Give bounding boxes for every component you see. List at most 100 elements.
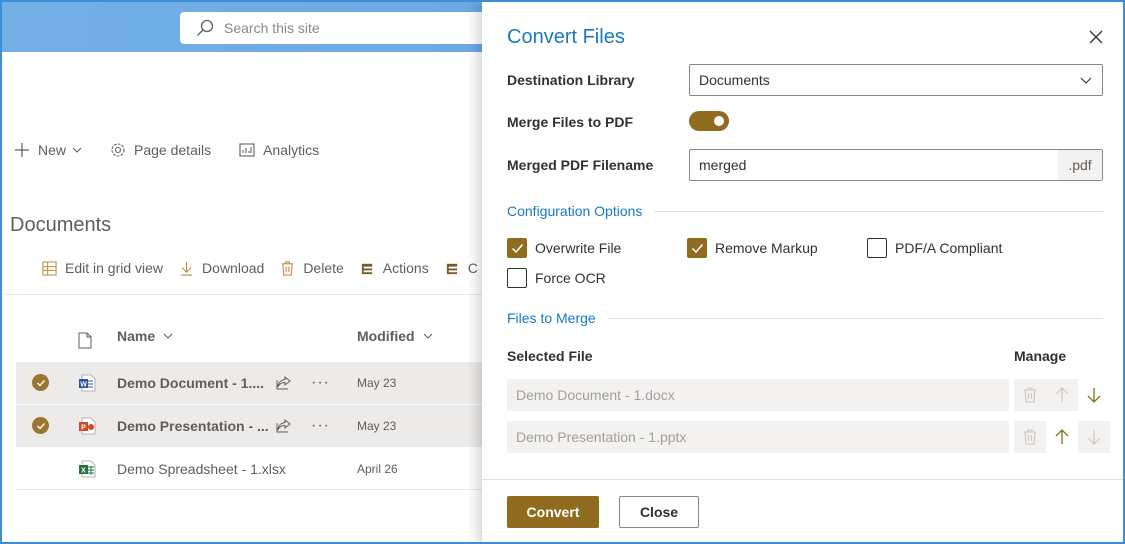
trash-icon — [1024, 387, 1036, 403]
file-name[interactable]: Demo Presentation - ... — [117, 418, 269, 434]
divider — [2, 294, 482, 295]
more-options-icon[interactable]: ··· — [311, 417, 330, 435]
modified-header-label: Modified — [357, 328, 415, 344]
more-actions-label: C — [467, 260, 478, 276]
actions-icon — [446, 263, 458, 274]
analytics-icon — [239, 143, 255, 157]
actions-label: Actions — [382, 260, 429, 276]
destination-library-label: Destination Library — [507, 72, 635, 88]
checkbox-box — [867, 238, 887, 258]
overwrite-file-label: Overwrite File — [535, 240, 622, 256]
search-placeholder: Search this site — [224, 20, 320, 36]
checkmark-icon — [511, 243, 523, 253]
table-row[interactable]: X Demo Spreadsheet - 1.xlsx April 26 — [16, 448, 496, 490]
files-to-merge-heading: Files to Merge — [507, 310, 1103, 326]
merge-file-row: Demo Presentation - 1.pptx — [507, 421, 1111, 453]
convert-files-panel: Convert Files Destination Library Docume… — [482, 2, 1123, 542]
filename-suffix: .pdf — [1058, 150, 1102, 180]
checkbox-box — [687, 238, 707, 258]
file-modified: April 26 — [357, 461, 398, 476]
checkbox-box — [507, 238, 527, 258]
files-to-merge-label: Files to Merge — [507, 310, 596, 326]
remove-file-button[interactable] — [1014, 421, 1046, 453]
table-row[interactable]: P Demo Presentation - ... ··· May 23 — [16, 405, 496, 447]
site-search-box[interactable]: Search this site — [180, 12, 500, 44]
merged-filename-label: Merged PDF Filename — [507, 157, 654, 173]
merge-files-label: Merge Files to PDF — [507, 114, 634, 130]
convert-button[interactable]: Convert — [507, 496, 599, 528]
merge-file-row: Demo Document - 1.docx — [507, 379, 1111, 411]
excel-file-icon: X — [79, 460, 96, 477]
move-down-button[interactable] — [1078, 421, 1110, 453]
page-details-button[interactable]: Page details — [110, 142, 211, 158]
trash-icon — [282, 260, 294, 276]
checkbox-box — [507, 268, 527, 288]
destination-library-value: Documents — [699, 72, 770, 88]
overwrite-file-checkbox[interactable]: Overwrite File — [507, 238, 621, 258]
library-title: Documents — [10, 214, 112, 236]
grid-icon — [42, 260, 57, 276]
new-button[interactable]: New — [14, 142, 82, 158]
file-name[interactable]: Demo Document - 1.... — [117, 375, 264, 391]
merge-file-name: Demo Presentation - 1.pptx — [507, 421, 1009, 453]
file-name[interactable]: Demo Spreadsheet - 1.xlsx — [117, 461, 286, 477]
analytics-label: Analytics — [263, 142, 320, 158]
more-options-icon[interactable]: ··· — [311, 374, 330, 392]
edit-grid-button[interactable]: Edit in grid view — [42, 260, 163, 276]
chevron-down-icon — [72, 147, 82, 153]
move-up-button[interactable] — [1046, 379, 1078, 411]
table-row[interactable]: W Demo Document - 1.... ··· May 23 — [16, 362, 496, 404]
selected-file-column: Selected File — [507, 348, 593, 364]
word-file-icon: W — [79, 374, 96, 391]
move-up-button[interactable] — [1046, 421, 1078, 453]
pdfa-compliant-checkbox[interactable]: PDF/A Compliant — [867, 238, 1002, 258]
file-type-icon — [78, 332, 92, 349]
toggle-knob — [714, 116, 724, 126]
delete-button[interactable]: Delete — [280, 260, 344, 276]
chevron-down-icon — [423, 333, 432, 339]
library-command-bar: Edit in grid view Download Delete Action… — [42, 260, 494, 276]
checkmark-icon — [36, 379, 45, 387]
merged-filename-field: .pdf — [689, 149, 1103, 181]
more-actions-button[interactable]: C — [445, 260, 478, 276]
merged-filename-input[interactable] — [690, 150, 1058, 180]
download-label: Download — [202, 260, 265, 276]
chevron-down-icon — [1080, 77, 1092, 84]
analytics-button[interactable]: Analytics — [239, 142, 319, 158]
actions-button[interactable]: Actions — [360, 260, 429, 276]
row-checkbox[interactable] — [32, 374, 49, 391]
footer-divider — [482, 479, 1123, 480]
share-icon[interactable] — [276, 375, 291, 390]
file-modified: May 23 — [357, 375, 397, 390]
download-icon — [180, 261, 193, 276]
close-icon[interactable] — [1089, 30, 1103, 44]
force-ocr-label: Force OCR — [535, 270, 606, 286]
column-header-name[interactable]: Name — [117, 328, 173, 344]
section-divider — [654, 210, 1103, 212]
new-label: New — [38, 142, 67, 158]
merge-files-toggle[interactable] — [689, 111, 729, 131]
manage-column: Manage — [1014, 348, 1067, 364]
svg-text:W: W — [80, 381, 87, 388]
delete-label: Delete — [303, 260, 344, 276]
page-command-bar: New Page details Analytics — [14, 142, 347, 158]
chevron-down-icon — [163, 333, 173, 339]
share-icon[interactable] — [276, 418, 291, 433]
close-button[interactable]: Close — [619, 496, 699, 528]
remove-file-button[interactable] — [1014, 379, 1046, 411]
configuration-options-heading: Configuration Options — [507, 203, 1103, 219]
remove-markup-checkbox[interactable]: Remove Markup — [687, 238, 818, 258]
row-checkbox[interactable] — [32, 417, 49, 434]
arrow-up-icon — [1055, 429, 1069, 444]
remove-markup-label: Remove Markup — [715, 240, 818, 256]
download-button[interactable]: Download — [179, 260, 264, 276]
force-ocr-checkbox[interactable]: Force OCR — [507, 268, 606, 288]
column-header-modified[interactable]: Modified — [357, 328, 433, 344]
app-frame: Search this site New Page details Analyt… — [0, 0, 1125, 544]
search-icon — [197, 19, 214, 36]
destination-library-dropdown[interactable]: Documents — [689, 64, 1103, 96]
svg-text:X: X — [81, 467, 86, 474]
move-down-button[interactable] — [1078, 379, 1110, 411]
pdfa-compliant-label: PDF/A Compliant — [895, 240, 1003, 256]
panel-title: Convert Files — [507, 26, 625, 48]
